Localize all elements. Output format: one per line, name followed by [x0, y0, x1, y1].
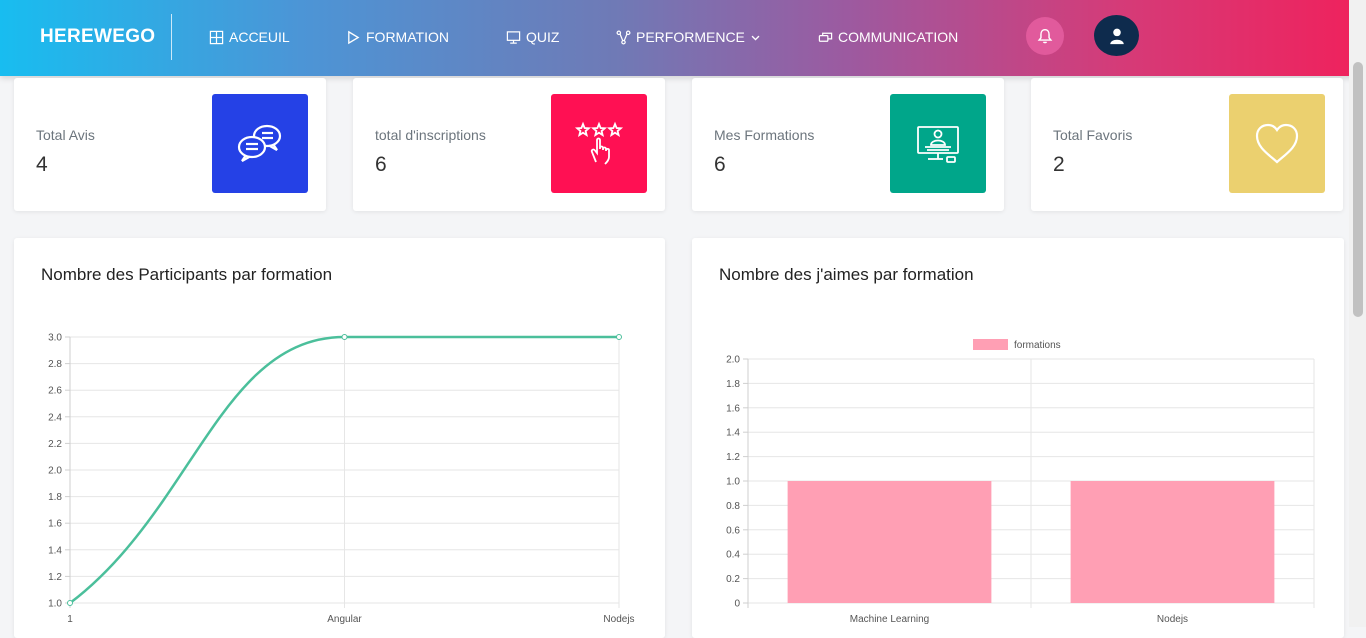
nav-item-formation[interactable]: FORMATION: [346, 29, 449, 45]
stat-icon-box: [551, 94, 647, 193]
y-tick-label: 1.8: [48, 492, 62, 503]
stat-value: 6: [714, 153, 726, 176]
stat-icon-box: [1229, 94, 1325, 193]
stat-card-total-favoris: Total Favoris 2: [1031, 78, 1343, 211]
stat-card-total-avis: Total Avis 4: [14, 78, 326, 211]
likes-bar-chart: 2.0 1.8 1.6 1.4 1.2 1.0 0.8 0.6 0.4 0.2 0 Machine L…: [726, 339, 1315, 625]
y-tick-label: 1.8: [726, 379, 740, 390]
scrollbar[interactable]: [1349, 0, 1366, 627]
y-tick-label: 2.0: [48, 466, 62, 477]
legend-label: formations: [1014, 340, 1061, 351]
network-icon: [616, 30, 631, 44]
computer-training-icon: [917, 125, 959, 163]
y-tick-label: 0.2: [726, 574, 740, 585]
top-navbar: HEREWEGO ACCEUIL FORMATION QUIZ PERFORME…: [0, 0, 1366, 76]
y-tick-label: 3.0: [48, 333, 62, 344]
chevron-down-icon: [751, 35, 760, 41]
stars-hand-icon: [574, 121, 624, 165]
nav-label: COMMUNICATION: [838, 29, 959, 45]
stat-label: Total Favoris: [1053, 127, 1133, 143]
brand-divider: [171, 14, 172, 60]
y-tick-label: 1.4: [48, 545, 62, 556]
stat-value: 6: [375, 153, 387, 176]
stat-card-inscriptions: total d'inscriptions 6: [353, 78, 665, 211]
heart-icon: [1255, 123, 1299, 163]
x-tick-label: Nodejs: [603, 614, 634, 625]
stat-value: 2: [1053, 153, 1065, 176]
data-point: [341, 334, 348, 340]
y-tick-label: 2.0: [726, 355, 740, 366]
chat-bubbles-icon: [237, 124, 282, 162]
nav-item-acceuil[interactable]: ACCEUIL: [209, 29, 290, 45]
play-icon: [348, 30, 360, 44]
y-tick-label: 1.2: [726, 452, 740, 463]
nav-label: QUIZ: [526, 29, 560, 45]
y-tick-label: 1.0: [48, 599, 62, 610]
bar: [1070, 481, 1275, 603]
x-tick-label: Machine Learning: [850, 614, 930, 625]
data-point: [67, 600, 73, 606]
nav-item-performence[interactable]: PERFORMENCE: [616, 29, 761, 45]
data-point: [616, 334, 622, 340]
nav-label: PERFORMENCE: [636, 29, 745, 45]
y-tick-label: 0.8: [726, 501, 740, 512]
participants-line-chart: 3.0 2.8 2.6 2.4 2.2 2.0 1.8 1.6 1.4 1.2 1.0 1 Angula…: [48, 333, 634, 626]
bar: [787, 481, 992, 603]
dashboard-icon: [209, 30, 224, 44]
y-tick-label: 2.2: [48, 439, 62, 450]
stat-label: Total Avis: [36, 127, 95, 143]
y-tick-label: 1.0: [726, 477, 740, 488]
stat-card-mes-formations: Mes Formations 6: [692, 78, 1004, 211]
x-tick-label: Angular: [327, 614, 362, 625]
stat-label: total d'inscriptions: [375, 127, 486, 143]
chat-bubbles-icon: [818, 32, 833, 42]
monitor-icon: [506, 30, 521, 44]
y-tick-label: 2.8: [48, 359, 62, 370]
x-tick-label: Nodejs: [1157, 614, 1188, 625]
nav-item-communication[interactable]: COMMUNICATION: [818, 29, 958, 45]
scrollbar-thumb[interactable]: [1353, 62, 1363, 317]
y-tick-label: 0: [734, 599, 740, 610]
stat-value: 4: [36, 153, 48, 176]
stat-icon-box: [212, 94, 308, 193]
y-tick-label: 2.4: [48, 412, 62, 423]
x-tick-label: 1: [67, 614, 73, 625]
y-tick-label: 2.6: [48, 386, 62, 397]
y-tick-label: 0.6: [726, 525, 740, 536]
user-icon: [1109, 28, 1124, 44]
brand-logo[interactable]: HEREWEGO: [40, 26, 155, 48]
chart-card-likes: Nombre des j'aimes par formation 2.0 1.8 1…: [692, 238, 1344, 638]
chart-card-participants: Nombre des Participants par formation 3.…: [14, 238, 665, 638]
notifications-button[interactable]: [1026, 17, 1064, 55]
stat-label: Mes Formations: [714, 127, 815, 143]
stat-icon-box: [890, 94, 986, 193]
y-tick-label: 1.2: [48, 572, 62, 583]
y-tick-label: 0.4: [726, 550, 740, 561]
legend-swatch: [973, 339, 1008, 350]
y-tick-label: 1.6: [48, 519, 62, 530]
y-tick-label: 1.4: [726, 428, 740, 439]
y-tick-label: 1.6: [726, 403, 740, 414]
bell-icon: [1037, 28, 1053, 44]
user-menu-button[interactable]: [1094, 15, 1139, 56]
nav-label: FORMATION: [366, 29, 449, 45]
nav-item-quiz[interactable]: QUIZ: [506, 29, 559, 45]
nav-label: ACCEUIL: [229, 29, 290, 45]
